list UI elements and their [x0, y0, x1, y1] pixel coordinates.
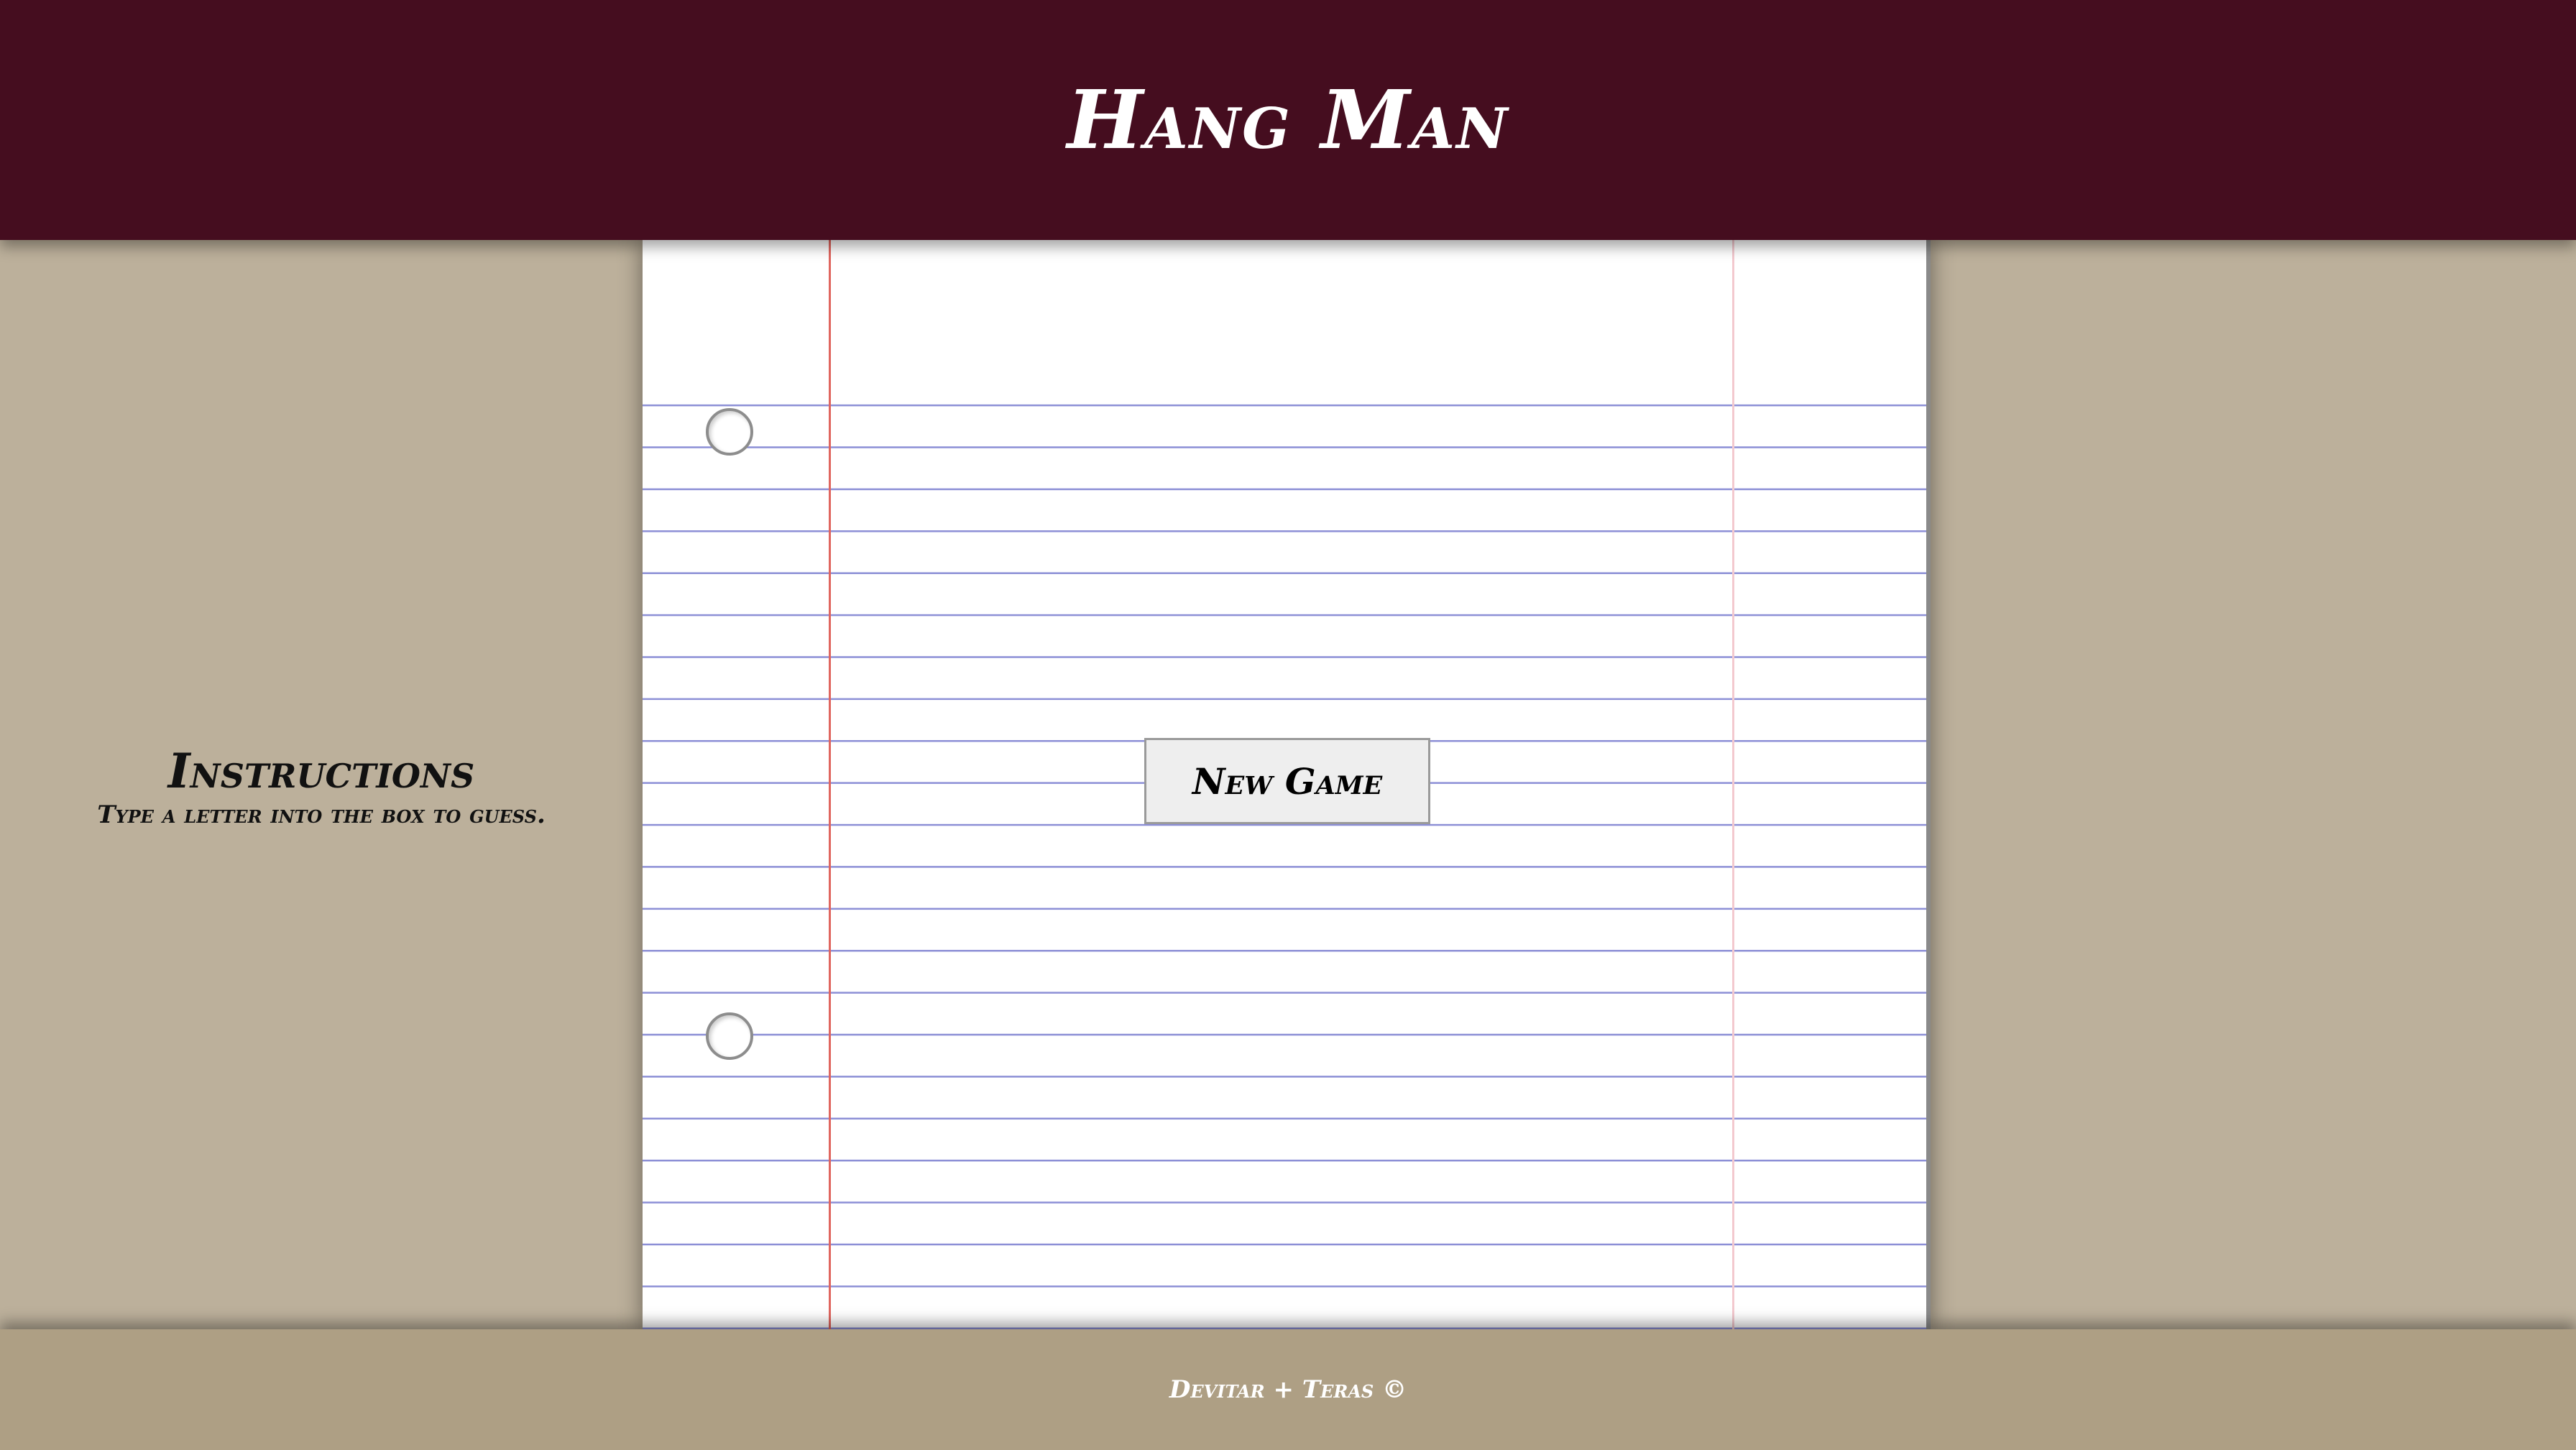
punch-hole-bottom [706, 1012, 753, 1060]
site-header: Hang Man [0, 0, 2576, 240]
new-game-button[interactable]: New Game [1144, 738, 1430, 824]
instructions-panel: Instructions Type a letter into the box … [0, 240, 643, 1329]
site-title: Hang Man [1067, 73, 1509, 167]
notebook-paper: New Game [643, 240, 1931, 1329]
instructions-title: Instructions [167, 743, 475, 799]
punch-hole-top [706, 408, 753, 456]
instructions: Instructions Type a letter into the box … [0, 743, 643, 831]
instructions-text: Type a letter into the box to guess. [97, 800, 546, 829]
footer-credit: Devitar + Teras © [1169, 1375, 1407, 1404]
site-footer: Devitar + Teras © [0, 1329, 2576, 1450]
left-margin-line [829, 240, 831, 1329]
right-margin-line [1732, 240, 1734, 1329]
